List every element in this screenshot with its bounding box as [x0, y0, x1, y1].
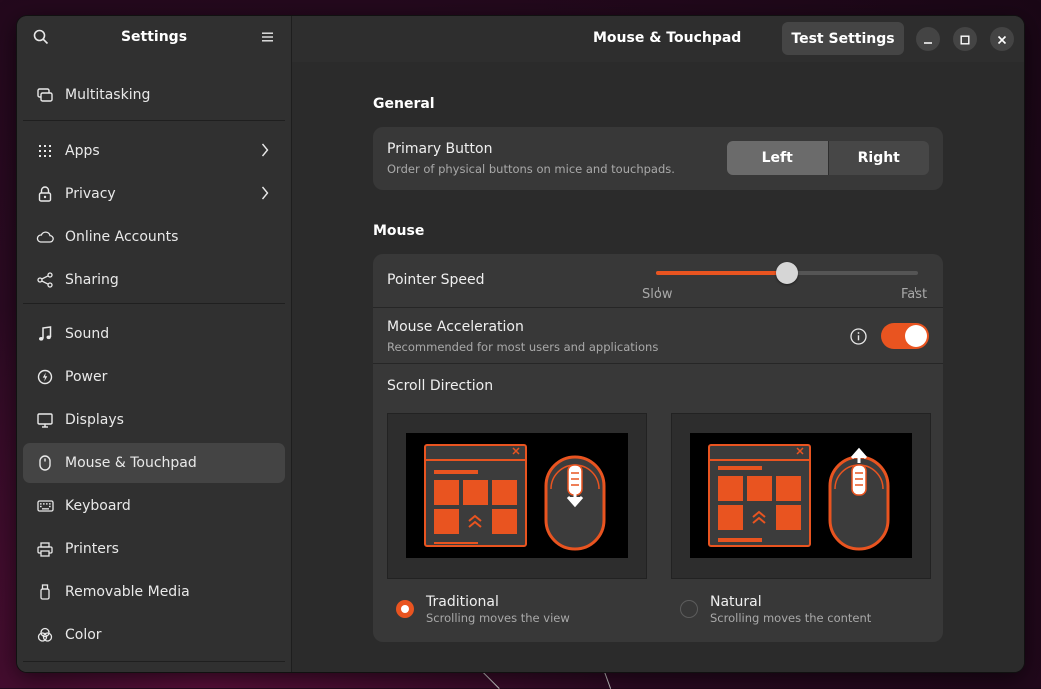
sidebar-item-removable-media[interactable]: Removable Media — [23, 572, 285, 612]
general-section-title: General — [373, 96, 435, 112]
color-icon — [35, 627, 55, 643]
mouse-acceleration-subtitle: Recommended for most users and applicati… — [387, 340, 659, 354]
header-bar: Mouse & Touchpad Test Settings — [292, 16, 1024, 62]
sidebar-item-label: Mouse & Touchpad — [65, 455, 197, 471]
sidebar-item-label: Color — [65, 627, 102, 643]
sidebar-item-sound[interactable]: Sound — [23, 314, 285, 354]
test-settings-button[interactable]: Test Settings — [782, 22, 904, 55]
traditional-subtitle: Scrolling moves the view — [426, 611, 570, 625]
pointer-speed-slider[interactable] — [656, 262, 918, 306]
sidebar-item-multitasking[interactable]: Multitasking — [23, 72, 285, 117]
wallpaper-line — [482, 671, 500, 689]
sidebar-item-label: Multitasking — [65, 86, 151, 103]
traditional-preview[interactable] — [387, 413, 647, 579]
sidebar-separator — [23, 661, 285, 662]
mouse-acceleration-title: Mouse Acceleration — [387, 319, 524, 335]
sidebar-item-label: Sound — [65, 326, 110, 342]
row-divider — [373, 363, 943, 364]
slider-handle[interactable] — [776, 262, 798, 284]
menu-icon[interactable] — [261, 29, 275, 48]
general-card: Primary Button Order of physical buttons… — [373, 127, 943, 190]
sidebar-item-keyboard[interactable]: Keyboard — [23, 486, 285, 526]
slider-fill — [656, 271, 787, 275]
music-note-icon — [35, 326, 55, 342]
usb-drive-icon — [35, 584, 55, 600]
sidebar-item-label: Printers — [65, 541, 119, 557]
sidebar-item-privacy[interactable]: Privacy — [23, 174, 285, 214]
sidebar-separator — [23, 120, 285, 121]
sidebar-item-label: Keyboard — [65, 498, 131, 514]
monitor-icon — [35, 412, 55, 428]
wallpaper-line — [604, 671, 612, 689]
chevron-right-icon — [261, 186, 269, 204]
primary-right-button[interactable]: Right — [827, 141, 929, 175]
info-icon[interactable] — [850, 328, 867, 349]
sidebar-item-label: Removable Media — [65, 584, 190, 600]
natural-label: Natural — [710, 594, 762, 610]
row-divider — [373, 307, 943, 308]
power-icon — [35, 369, 55, 385]
main-panel: Mouse & Touchpad Test Settings General P… — [292, 16, 1024, 672]
natural-radio[interactable] — [680, 600, 698, 618]
primary-button-title: Primary Button — [387, 141, 493, 157]
sidebar: Settings Multitasking Apps Privacy Onlin… — [17, 16, 292, 672]
mouse-acceleration-toggle[interactable] — [881, 323, 929, 349]
sidebar-item-label: Sharing — [65, 272, 119, 288]
sidebar-separator — [23, 303, 285, 304]
sidebar-header: Settings — [17, 16, 291, 62]
slider-max-label: Fast — [901, 287, 928, 302]
cloud-icon — [35, 231, 55, 243]
sidebar-item-label: Power — [65, 369, 108, 385]
page-title: Mouse & Touchpad — [593, 30, 742, 46]
printer-icon — [35, 541, 55, 557]
sidebar-list: Multitasking Apps Privacy Online Account… — [17, 74, 291, 672]
traditional-label: Traditional — [426, 594, 499, 610]
slider-min-label: Slow — [642, 287, 673, 302]
sidebar-item-displays[interactable]: Displays — [23, 400, 285, 440]
sidebar-item-label: Apps — [65, 143, 100, 159]
sidebar-item-label: Privacy — [65, 186, 116, 202]
keyboard-icon — [35, 500, 55, 512]
traditional-illustration — [406, 433, 628, 558]
mouse-section-title: Mouse — [373, 223, 425, 239]
sidebar-item-online-accounts[interactable]: Online Accounts — [23, 217, 285, 257]
natural-subtitle: Scrolling moves the content — [710, 611, 872, 625]
primary-left-button[interactable]: Left — [727, 141, 828, 175]
settings-window: Settings Multitasking Apps Privacy Onlin… — [17, 16, 1024, 672]
primary-button-toggle-group: Left Right — [727, 141, 929, 175]
minimize-icon — [923, 30, 933, 49]
mouse-card: Pointer Speed Slow Fast Mouse Accelerati… — [373, 254, 943, 642]
maximize-button[interactable] — [953, 27, 977, 51]
toggle-knob — [905, 325, 927, 347]
maximize-icon — [960, 30, 970, 49]
natural-preview[interactable] — [671, 413, 931, 579]
mouse-icon — [35, 455, 55, 471]
close-button[interactable] — [990, 27, 1014, 51]
sidebar-title: Settings — [120, 29, 188, 45]
sidebar-item-printers[interactable]: Printers — [23, 529, 285, 569]
pointer-speed-title: Pointer Speed — [387, 272, 485, 288]
sidebar-item-label: Online Accounts — [65, 229, 179, 245]
sidebar-item-apps[interactable]: Apps — [23, 131, 285, 171]
primary-button-subtitle: Order of physical buttons on mice and to… — [387, 162, 675, 176]
sidebar-item-color[interactable]: Color — [23, 615, 285, 655]
sidebar-item-label: Displays — [65, 412, 124, 428]
natural-illustration — [690, 433, 912, 558]
chevron-right-icon — [261, 143, 269, 161]
traditional-radio[interactable] — [396, 600, 414, 618]
scroll-direction-title: Scroll Direction — [387, 378, 494, 394]
minimize-button[interactable] — [916, 27, 940, 51]
sidebar-item-power[interactable]: Power — [23, 357, 285, 397]
lock-icon — [35, 186, 55, 202]
share-icon — [35, 272, 55, 288]
multitasking-icon — [35, 87, 55, 102]
sidebar-item-sharing[interactable]: Sharing — [23, 260, 285, 300]
apps-grid-icon — [35, 145, 55, 157]
sidebar-item-mouse-touchpad[interactable]: Mouse & Touchpad — [23, 443, 285, 483]
close-icon — [997, 30, 1007, 49]
